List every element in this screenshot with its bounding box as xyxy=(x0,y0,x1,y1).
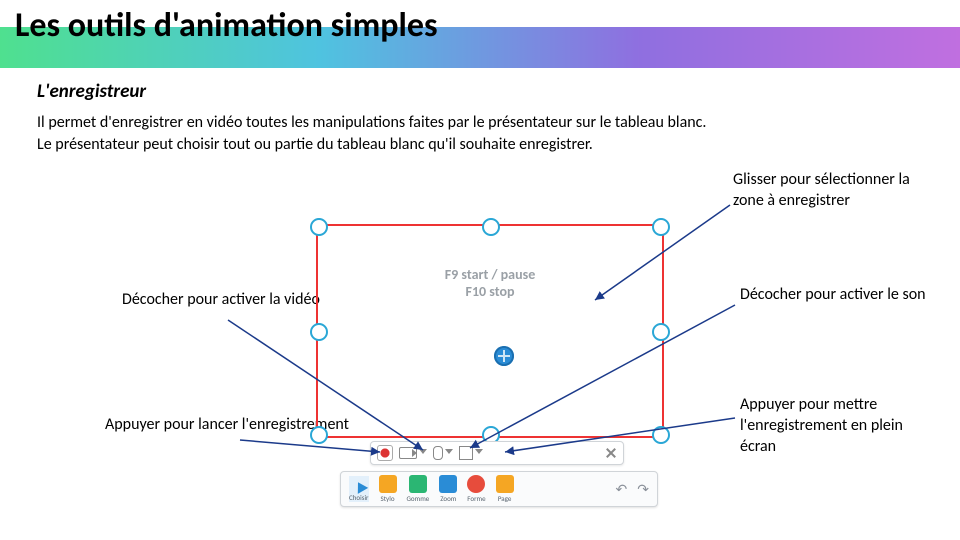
undo-icon[interactable]: ↶ xyxy=(616,481,628,498)
tool-page[interactable]: Page xyxy=(496,475,514,503)
resize-handle-icon[interactable] xyxy=(482,218,500,236)
whiteboard-toolbar: Choisir Stylo Gomme Zoom Forme Page ↶ ↷ xyxy=(340,471,658,507)
tool-label: Stylo xyxy=(380,494,394,503)
shape-icon xyxy=(467,475,485,493)
hint-line: F10 stop xyxy=(466,283,515,300)
resize-handle-icon[interactable] xyxy=(652,218,670,236)
resize-handle-icon[interactable] xyxy=(310,218,328,236)
hint-line: F9 start / pause xyxy=(445,266,536,283)
tool-label: Gomme xyxy=(407,494,430,503)
redo-icon[interactable]: ↷ xyxy=(637,481,649,498)
recorder-screenshot: F9 start / pause F10 stop Choisir Stylo … xyxy=(302,224,682,504)
description-text: Il permet d'enregistrer en vidéo toutes … xyxy=(37,112,706,155)
tool-shape[interactable]: Forme xyxy=(467,475,485,503)
close-icon[interactable] xyxy=(605,447,617,459)
annotation-sound: Décocher pour activer le son xyxy=(740,285,926,306)
microphone-icon xyxy=(433,446,443,460)
move-handle-icon[interactable] xyxy=(494,346,514,366)
page-icon xyxy=(496,475,514,493)
resize-handle-icon[interactable] xyxy=(310,426,328,444)
chevron-down-icon xyxy=(475,449,483,458)
resize-handle-icon[interactable] xyxy=(652,323,670,341)
resize-handle-icon[interactable] xyxy=(310,323,328,341)
recorder-toolbar xyxy=(370,441,624,465)
page-title: Les outils d'animation simples xyxy=(15,5,438,46)
recording-area-outline[interactable]: F9 start / pause F10 stop xyxy=(316,224,664,438)
tool-label: Page xyxy=(498,494,512,503)
audio-toggle[interactable] xyxy=(433,446,453,460)
tool-eraser[interactable]: Gomme xyxy=(407,475,430,503)
video-toggle[interactable] xyxy=(399,447,427,459)
chevron-down-icon xyxy=(445,449,453,458)
fullscreen-toggle[interactable] xyxy=(459,446,483,460)
tool-label: Forme xyxy=(467,494,485,503)
eraser-icon xyxy=(409,475,427,493)
keyboard-hint: F9 start / pause F10 stop xyxy=(318,266,662,300)
annotation-drag: Glisser pour sélectionner la zone à enre… xyxy=(733,170,923,212)
tool-label: Zoom xyxy=(440,494,456,503)
annotation-fullscreen: Appuyer pour mettre l'enregistrement en … xyxy=(740,395,920,457)
tool-select[interactable]: Choisir xyxy=(349,476,369,502)
record-button-icon[interactable] xyxy=(377,445,393,461)
annotation-video: Décocher pour activer la vidéo xyxy=(122,290,320,311)
tool-zoom[interactable]: Zoom xyxy=(439,475,457,503)
cursor-icon xyxy=(350,474,368,494)
fullscreen-icon xyxy=(459,446,473,460)
tool-label: Choisir xyxy=(349,493,369,502)
tool-pen[interactable]: Stylo xyxy=(379,475,397,503)
description-line: Il permet d'enregistrer en vidéo toutes … xyxy=(37,113,706,132)
pen-icon xyxy=(379,475,397,493)
camera-icon xyxy=(399,447,417,459)
section-subtitle: L'enregistreur xyxy=(37,80,146,103)
resize-handle-icon[interactable] xyxy=(652,426,670,444)
zoom-icon xyxy=(439,475,457,493)
description-line: Le présentateur peut choisir tout ou par… xyxy=(37,135,593,154)
